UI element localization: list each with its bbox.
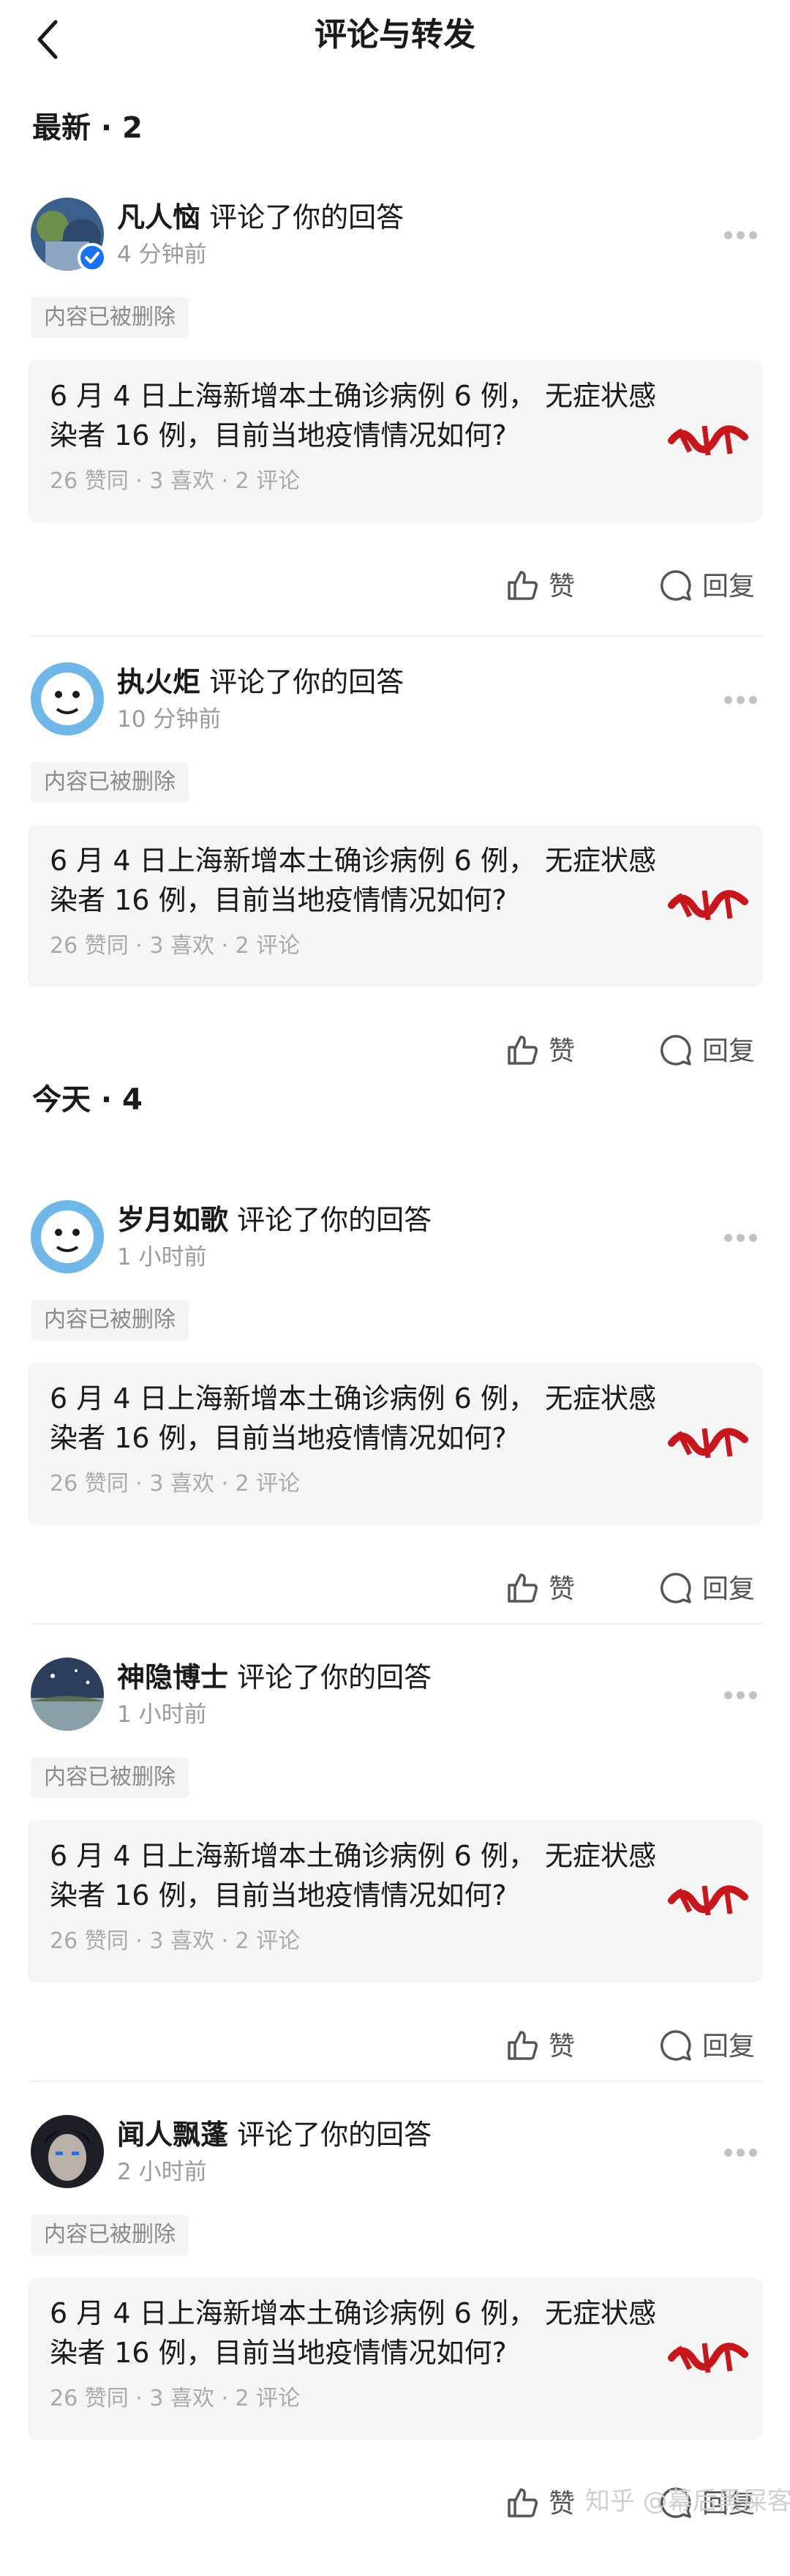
question-title: 6 月 4 日上海新增本土确诊病例 6 例， 无症状感染者 16 例，目前当地疫… [50, 1382, 657, 1454]
avatar[interactable] [31, 662, 104, 735]
verified-badge-icon [78, 243, 107, 272]
question-title: 6 月 4 日上海新增本土确诊病例 6 例， 无症状感染者 16 例，目前当地疫… [50, 380, 657, 452]
more-options-button[interactable] [724, 693, 768, 708]
username[interactable]: 岁月如歌 [117, 1204, 228, 1236]
question-title: 6 月 4 日上海新增本土确诊病例 6 例， 无症状感染者 16 例，目前当地疫… [50, 2297, 657, 2369]
page-title: 评论与转发 [315, 16, 475, 53]
reply-label: 回复 [702, 572, 756, 602]
answer-stats: 26 赞同 · 3 喜欢 · 2 评论 [50, 2386, 301, 2411]
answer-thumbnail [664, 861, 752, 942]
question-title: 6 月 4 日上海新增本土确诊病例 6 例， 无症状感染者 16 例，目前当地疫… [50, 845, 657, 916]
answer-card[interactable]: 6 月 4 日上海新增本土确诊病例 6 例， 无症状感染者 16 例，目前当地疫… [28, 360, 762, 523]
answer-thumbnail [664, 2314, 752, 2395]
more-options-button[interactable] [724, 228, 768, 243]
action-text: 评论了你的回答 [209, 201, 405, 233]
deleted-content-label: 内容已被删除 [31, 1757, 189, 1798]
thumbs-up-icon [508, 1573, 538, 1603]
thumbs-up-icon [508, 2488, 538, 2517]
like-label: 赞 [549, 1574, 576, 1604]
comment-header: 神隐博士 评论了你的回答 [117, 1659, 432, 1696]
deleted-content-label: 内容已被删除 [31, 2214, 189, 2255]
username[interactable]: 神隐博士 [117, 1661, 228, 1693]
reply-bubble-icon [661, 1035, 691, 1066]
deleted-content-label: 内容已被删除 [31, 297, 189, 338]
comment-header: 闻人飘蓬 评论了你的回答 [117, 2116, 432, 2153]
action-text: 评论了你的回答 [237, 2119, 432, 2151]
thumbs-up-icon [508, 2031, 538, 2060]
answer-thumbnail [664, 1399, 752, 1480]
like-label: 赞 [549, 572, 576, 602]
username[interactable]: 凡人恼 [117, 201, 200, 233]
top-bar: 评论与转发 [0, 0, 790, 73]
thumbs-up-icon [508, 571, 538, 600]
answer-thumbnail [664, 397, 752, 477]
avatar[interactable] [31, 2115, 104, 2188]
avatar[interactable] [31, 1200, 104, 1273]
more-options-button[interactable] [724, 1231, 768, 1246]
section-header-latest: 最新 · 2 [32, 111, 143, 145]
answer-card[interactable]: 6 月 4 日上海新增本土确诊病例 6 例， 无症状感染者 16 例，目前当地疫… [28, 825, 762, 987]
comment-header: 岁月如歌 评论了你的回答 [117, 1202, 432, 1238]
watermark: 知乎 @幕后黑屎客 [585, 2487, 790, 2516]
reply-bubble-icon [661, 1573, 691, 1603]
notification-item: 岁月如歌 评论了你的回答 1 小时前 内容已被删除 6 月 4 日上海新增本土确… [0, 1200, 790, 1661]
avatar[interactable] [31, 1658, 104, 1731]
timestamp: 1 小时前 [117, 1244, 207, 1270]
answer-thumbnail [664, 1857, 752, 1937]
thumbs-up-icon [508, 1036, 538, 1065]
answer-card[interactable]: 6 月 4 日上海新增本土确诊病例 6 例， 无症状感染者 16 例，目前当地疫… [28, 1363, 762, 1525]
action-text: 评论了你的回答 [209, 666, 405, 698]
answer-card[interactable]: 6 月 4 日上海新增本土确诊病例 6 例， 无症状感染者 16 例，目前当地疫… [28, 2277, 762, 2440]
reply-label: 回复 [702, 1574, 756, 1604]
divider [31, 1623, 762, 1625]
deleted-content-label: 内容已被删除 [31, 762, 189, 803]
comment-header: 执火炬 评论了你的回答 [117, 664, 404, 700]
timestamp: 4 分钟前 [117, 242, 207, 268]
answer-card[interactable]: 6 月 4 日上海新增本土确诊病例 6 例， 无症状感染者 16 例，目前当地疫… [28, 1820, 762, 1982]
notification-item: 凡人恼 评论了你的回答 4 分钟前 内容已被删除 6 月 4 日上海新增本土确诊… [0, 198, 790, 659]
notification-item: 神隐博士 评论了你的回答 1 小时前 内容已被删除 6 月 4 日上海新增本土确… [0, 1658, 790, 2119]
reply-bubble-icon [661, 2030, 691, 2061]
reply-bubble-icon [661, 570, 691, 601]
reply-label: 回复 [702, 1036, 756, 1066]
notification-item: 执火炬 评论了你的回答 10 分钟前 内容已被删除 6 月 4 日上海新增本土确… [0, 662, 790, 1123]
action-text: 评论了你的回答 [237, 1204, 432, 1236]
username[interactable]: 闻人飘蓬 [117, 2119, 228, 2151]
divider [31, 2081, 762, 2082]
like-label: 赞 [549, 1036, 576, 1066]
action-text: 评论了你的回答 [237, 1661, 432, 1693]
divider [31, 635, 762, 637]
answer-stats: 26 赞同 · 3 喜欢 · 2 评论 [50, 468, 301, 494]
like-label: 赞 [549, 2489, 576, 2519]
more-options-button[interactable] [724, 2146, 768, 2160]
more-options-button[interactable] [724, 1688, 768, 1703]
comment-header: 凡人恼 评论了你的回答 [117, 199, 404, 236]
question-title: 6 月 4 日上海新增本土确诊病例 6 例， 无症状感染者 16 例，目前当地疫… [50, 1840, 657, 1912]
answer-stats: 26 赞同 · 3 喜欢 · 2 评论 [50, 1928, 301, 1954]
answer-stats: 26 赞同 · 3 喜欢 · 2 评论 [50, 1471, 301, 1497]
answer-stats: 26 赞同 · 3 喜欢 · 2 评论 [50, 933, 301, 959]
timestamp: 1 小时前 [117, 1701, 207, 1728]
username[interactable]: 执火炬 [117, 666, 200, 698]
reply-label: 回复 [702, 2032, 756, 2062]
like-label: 赞 [549, 2032, 576, 2062]
timestamp: 2 小时前 [117, 2159, 207, 2185]
deleted-content-label: 内容已被删除 [31, 1300, 189, 1341]
timestamp: 10 分钟前 [117, 706, 222, 733]
